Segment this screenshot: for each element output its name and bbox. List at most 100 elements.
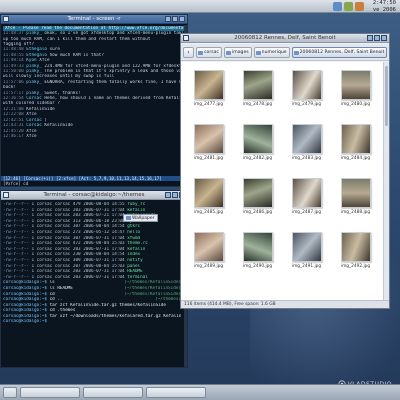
file-meta: 1 corsac corsac 203 2006-07-21 17:04 (31, 213, 125, 219)
clock-date: ve 2006 (372, 6, 396, 13)
file-meta: 1 corsac corsac 273 2006-05-12 14:47 (31, 229, 125, 235)
taskbar-button[interactable] (146, 387, 206, 398)
message-time: 11:48:55 (3, 52, 24, 58)
message-text: back! (3, 85, 16, 91)
file-item[interactable]: img_2487.jpg (285, 178, 328, 232)
network-icon[interactable] (333, 2, 342, 11)
top-panel: 2:47:50 ve 2006 (0, 0, 400, 13)
crumb-corsac[interactable]: corsac (196, 46, 222, 58)
image-thumbnail[interactable] (193, 178, 224, 208)
file-name: img_2487.jpg (291, 210, 322, 215)
file-item[interactable]: img_2488.jpg (334, 178, 377, 232)
image-thumbnail[interactable] (291, 70, 322, 100)
file-item[interactable]: img_2490.jpg (236, 232, 279, 286)
image-thumbnail[interactable] (340, 70, 371, 100)
file-item[interactable]: img_2484.jpg (334, 124, 377, 178)
window-menu-icon[interactable] (3, 192, 9, 198)
file-name: xfwm4 (127, 235, 141, 241)
image-thumbnail[interactable] (193, 124, 224, 154)
file-grid[interactable]: img_2477.jpg img_2478.jpg img_2479.jpg img_… (181, 62, 383, 300)
file-item[interactable]: img_2478.jpg (236, 70, 279, 124)
file-item[interactable]: img_2480.jpg (334, 70, 377, 124)
wallpaper-folder-item[interactable]: Wallpaper (123, 214, 158, 222)
back-button[interactable]: ‹ (183, 46, 194, 58)
file-item[interactable]: img_2481.jpg (187, 124, 230, 178)
message-nick: pinky_ (26, 63, 42, 69)
image-thumbnail[interactable] (340, 178, 371, 208)
folder-icon (225, 50, 231, 55)
image-thumbnail[interactable] (242, 70, 273, 100)
image-thumbnail[interactable] (193, 70, 224, 100)
file-name: gtkrc (127, 224, 141, 230)
file-item[interactable]: img_2489.jpg (187, 232, 230, 286)
message-time: 12:22:08 (3, 112, 24, 118)
menu-icon[interactable] (3, 387, 17, 398)
window-menu-icon[interactable] (3, 16, 9, 22)
maximize-button[interactable] (172, 192, 178, 198)
file-item[interactable]: img_2491.jpg (285, 232, 328, 286)
bottom-panel (0, 384, 400, 400)
shell-command: tar zcf KefalinSide.tar.gz themes/Kefali… (46, 302, 166, 308)
file-manager-window[interactable]: 20060812 Rennes, Delf, Saint Benoit ‹ co… (180, 33, 390, 309)
image-thumbnail[interactable] (291, 178, 322, 208)
maximize-button[interactable] (172, 16, 178, 22)
irc-input[interactable]: [#xfce] cd (1, 181, 187, 186)
image-thumbnail[interactable] (242, 232, 273, 262)
image-thumbnail[interactable] (291, 232, 322, 262)
minimize-button[interactable] (165, 16, 171, 22)
shell-output[interactable]: -rw-r--r-- 1 corsac corsac 479 2006-08-0… (1, 201, 183, 367)
maximize-button[interactable] (374, 35, 380, 41)
crumb-images[interactable]: images (223, 46, 252, 58)
scrollbar-thumb[interactable] (385, 66, 388, 126)
command-line: corsac@kidalgo:~$ (3, 319, 181, 325)
terminal-irc-titlebar[interactable]: Terminal - screen -r (1, 15, 187, 24)
file-item[interactable]: img_2479.jpg (285, 70, 328, 124)
file-item[interactable]: img_2482.jpg (236, 124, 279, 178)
file-manager-titlebar[interactable]: 20060812 Rennes, Delf, Saint Benoit (181, 34, 389, 43)
file-item[interactable]: img_2492.jpg (334, 232, 377, 286)
image-thumbnail[interactable] (291, 124, 322, 154)
image-thumbnail[interactable] (340, 124, 371, 154)
terminal-shell-titlebar[interactable]: Terminal - corsac@kidalgo:~/themes (1, 191, 187, 200)
crumb-current-folder[interactable]: 20060812 Rennes, Delf, Saint Benoit (291, 46, 388, 58)
message-nick: Corsac (26, 123, 42, 129)
file-name: img_2486.jpg (242, 210, 273, 215)
clock[interactable]: 2:47:50 ve 2006 (373, 0, 396, 13)
close-button[interactable] (381, 35, 387, 41)
scrollbar[interactable] (383, 62, 389, 300)
window-title: Terminal - screen -r (67, 16, 121, 22)
volume-icon[interactable] (355, 2, 364, 11)
file-item[interactable]: img_2486.jpg (236, 178, 279, 232)
terminal-shell-window[interactable]: Terminal - corsac@kidalgo:~/themes -rw-r… (0, 190, 188, 368)
minimize-button[interactable] (165, 192, 171, 198)
message-nick: Ethegalo (26, 47, 47, 53)
file-permissions: -rw-r--r-- (3, 229, 29, 235)
image-thumbnail[interactable] (193, 232, 224, 262)
message-time: 12:21:08 (3, 106, 24, 112)
terminal-irc-window[interactable]: Terminal - screen -r Xfce - Please read … (0, 14, 188, 187)
battery-icon[interactable] (344, 2, 353, 11)
file-name: README (127, 269, 143, 275)
file-item[interactable]: img_2477.jpg (187, 70, 230, 124)
message-nick: Kyon (26, 58, 37, 64)
shell-command: cd .. (46, 297, 63, 303)
file-meta: 1 corsac corsac 307 2006-08-04 14:54 (31, 224, 125, 230)
taskbar-button[interactable] (83, 387, 143, 398)
window-menu-icon[interactable] (183, 35, 189, 41)
image-thumbnail[interactable] (242, 178, 273, 208)
file-name: img_2477.jpg (193, 102, 224, 107)
image-thumbnail[interactable] (242, 124, 273, 154)
close-button[interactable] (179, 16, 185, 22)
message-time: 11:50:00 (3, 69, 24, 75)
file-item[interactable]: img_2485.jpg (187, 178, 230, 232)
minimize-button[interactable] (367, 35, 373, 41)
image-thumbnail[interactable] (340, 232, 371, 262)
taskbar-button[interactable] (20, 387, 80, 398)
message-text: Sweet, thanks! (44, 90, 81, 96)
file-item[interactable]: img_2483.jpg (285, 124, 328, 178)
irc-log[interactable]: Xfce - Please read the documentation at … (1, 25, 187, 176)
message-text: with colored sidebar ? (3, 101, 60, 107)
crumb-numerique[interactable]: numerique (253, 46, 290, 58)
folder-icon (198, 50, 203, 55)
crumb-label: numerique (261, 49, 287, 55)
